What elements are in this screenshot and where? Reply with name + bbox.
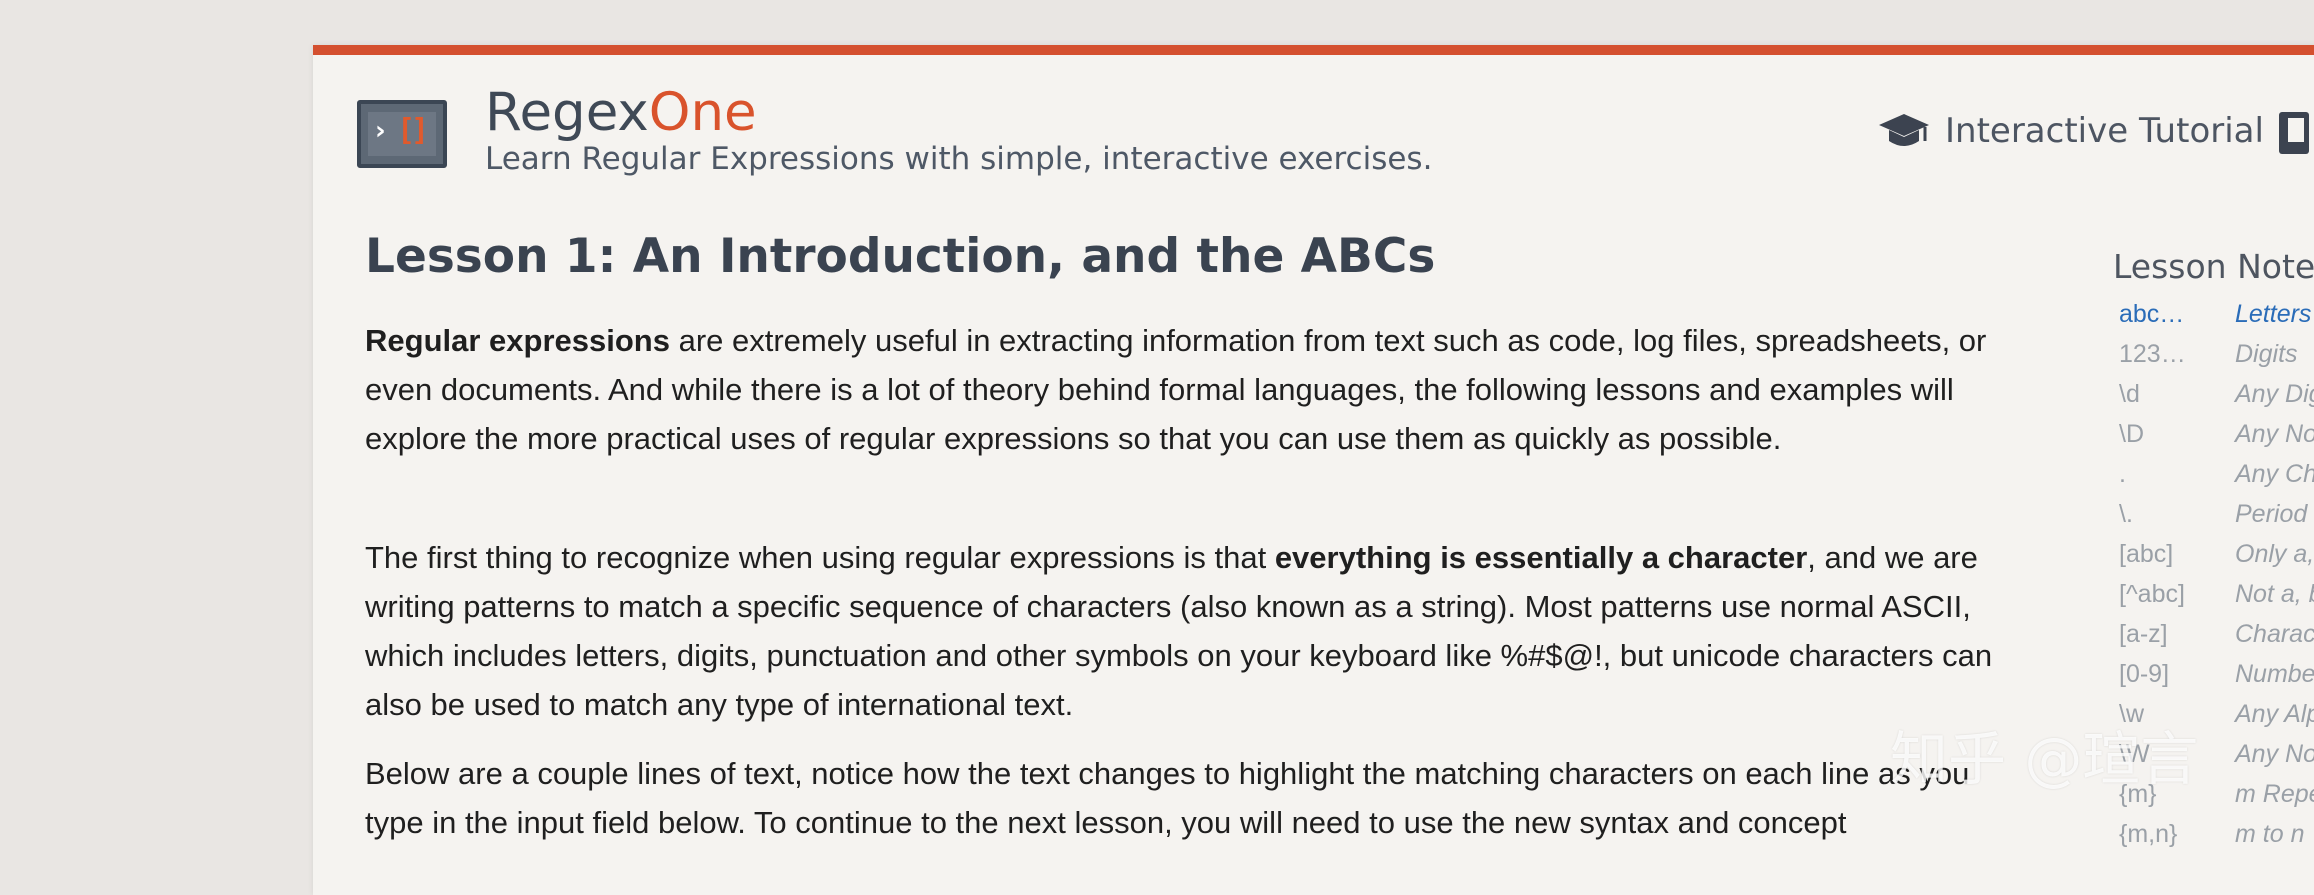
paragraph-2-text-a: The first thing to recognize when using …: [365, 540, 1275, 575]
chevron-right-icon: ›: [375, 116, 386, 146]
note-symbol: [0-9]: [2119, 660, 2170, 688]
note-row-character-range[interactable]: [a-z] Charac: [2119, 620, 2314, 660]
note-description: Numbe: [2235, 660, 2314, 688]
note-description: Digits: [2235, 340, 2298, 368]
brackets-icon: []: [397, 113, 429, 148]
nav-interactive-tutorial[interactable]: Interactive Tutorial: [1877, 110, 2264, 152]
note-row-letters[interactable]: abc… Letters: [2119, 300, 2311, 340]
bold-everything-character: everything is essentially a character: [1274, 540, 1808, 575]
note-description: Any No: [2235, 740, 2314, 768]
lesson-paragraph-2: The first thing to recognize when using …: [365, 533, 2010, 729]
note-symbol: \d: [2119, 380, 2140, 408]
note-description: Any Ch: [2235, 460, 2314, 488]
note-description: Any No: [2235, 420, 2314, 448]
note-description: Period: [2235, 500, 2308, 528]
note-symbol: [^abc]: [2119, 580, 2185, 608]
lesson-notes-title: Lesson Notes: [2113, 247, 2314, 286]
note-symbol: 123…: [2119, 340, 2186, 368]
lesson-paragraph-3: Below are a couple lines of text, notice…: [365, 756, 1970, 840]
note-row-not-abc[interactable]: [^abc] Not a, b: [2119, 580, 2314, 620]
site-tagline: Learn Regular Expressions with simple, i…: [485, 141, 1433, 177]
note-description: m to n: [2235, 820, 2305, 848]
note-row-only-abc[interactable]: [abc] Only a,: [2119, 540, 2314, 580]
brand-accent: One: [648, 82, 757, 143]
lesson-title: Lesson 1: An Introduction, and the ABCs: [365, 229, 1436, 284]
note-description: m Repe: [2235, 780, 2314, 808]
note-description: Not a, b: [2235, 580, 2314, 608]
note-description: Letters: [2235, 300, 2312, 328]
bold-regular-expressions: Regular expressions: [365, 323, 670, 358]
site-title[interactable]: RegexOne: [485, 82, 757, 143]
note-row-m-to-n[interactable]: {m,n} m to n: [2119, 820, 2304, 860]
note-symbol: {m,n}: [2119, 820, 2178, 848]
note-row-any-digit[interactable]: \d Any Dig: [2119, 380, 2314, 420]
nav-interactive-tutorial-label: Interactive Tutorial: [1945, 111, 2264, 151]
note-symbol: abc…: [2119, 300, 2185, 328]
note-description: Any Alp: [2235, 700, 2314, 728]
note-description: Charac: [2235, 620, 2314, 648]
note-row-any-character[interactable]: . Any Ch: [2119, 460, 2314, 500]
note-row-any-non-digit[interactable]: \D Any No: [2119, 420, 2314, 460]
note-symbol: [a-z]: [2119, 620, 2168, 648]
note-symbol: \.: [2119, 500, 2133, 528]
brand-primary: Regex: [485, 82, 649, 143]
lesson-paragraph-1: Regular expressions are extremely useful…: [365, 316, 2010, 463]
note-symbol: .: [2119, 460, 2126, 488]
note-row-number-range[interactable]: [0-9] Numbe: [2119, 660, 2314, 700]
note-description: Only a,: [2235, 540, 2314, 568]
note-row-digits[interactable]: 123… Digits: [2119, 340, 2298, 380]
note-symbol: \D: [2119, 420, 2144, 448]
book-icon[interactable]: [2279, 112, 2309, 154]
note-row-period[interactable]: \. Period: [2119, 500, 2307, 540]
graduation-cap-icon: [1879, 114, 1929, 146]
regexone-logo-icon[interactable]: › []: [357, 100, 447, 168]
zhihu-watermark: 知乎 @瑄言: [1890, 725, 2199, 793]
note-description: Any Dig: [2235, 380, 2314, 408]
note-symbol: [abc]: [2119, 540, 2174, 568]
